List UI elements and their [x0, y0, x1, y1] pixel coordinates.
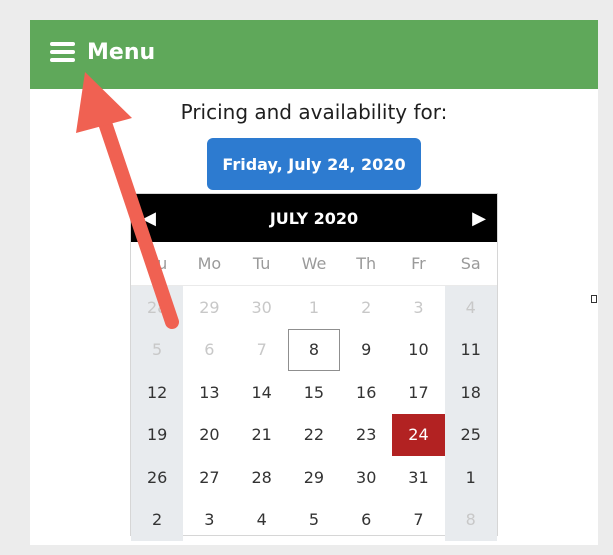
calendar-day[interactable]: 4 — [236, 499, 288, 542]
top-header: Menu — [30, 20, 598, 89]
calendar-header: ◀ JULY 2020 ▶ — [131, 194, 497, 242]
weekday-header: Mo — [183, 242, 236, 286]
calendar-day[interactable]: 2 — [131, 498, 184, 541]
calendar-day[interactable]: 20 — [183, 414, 235, 457]
calendar-day: 6 — [204, 340, 215, 360]
calendar-day: 3 — [413, 297, 424, 317]
calendar-day[interactable]: 22 — [288, 414, 340, 457]
calendar-day[interactable]: 12 — [131, 371, 184, 414]
calendar-day[interactable]: 14 — [236, 371, 288, 414]
hamburger-icon — [50, 42, 75, 62]
calendar-day[interactable]: 24 — [392, 413, 445, 456]
calendar: ◀ JULY 2020 ▶ Su Mo Tu We Th Fr Sa 28 29… — [130, 193, 498, 541]
checkbox-icon — [591, 295, 597, 303]
calendar-day: 5 — [131, 328, 184, 371]
weekday-header: Th — [340, 242, 393, 286]
calendar-day: 8 — [444, 498, 497, 541]
calendar-day[interactable]: 3 — [183, 499, 235, 542]
calendar-day: 30 — [251, 297, 272, 317]
pricing-title: Pricing and availability for: — [180, 100, 448, 124]
calendar-month-title: JULY 2020 — [269, 208, 359, 228]
next-month-button[interactable]: ▶ — [461, 194, 497, 242]
calendar-day[interactable]: 5 — [288, 499, 340, 542]
menu-button[interactable]: Menu — [50, 34, 155, 70]
menu-label: Menu — [87, 39, 156, 65]
calendar-day[interactable]: 7 — [392, 499, 444, 542]
weekday-header: Sa — [444, 242, 497, 286]
calendar-day: 4 — [444, 286, 497, 329]
calendar-day[interactable]: 13 — [183, 371, 235, 414]
calendar-day[interactable]: 28 — [236, 456, 288, 499]
calendar-day[interactable]: 18 — [444, 371, 497, 414]
calendar-day[interactable]: 25 — [444, 413, 497, 456]
calendar-day[interactable]: 29 — [288, 456, 340, 499]
calendar-day: 7 — [256, 340, 267, 360]
calendar-day[interactable]: 15 — [288, 371, 340, 414]
calendar-day[interactable]: 30 — [340, 456, 392, 499]
calendar-day: 28 — [131, 286, 184, 329]
app-frame: Menu Pricing and availability for: Frida… — [30, 20, 598, 545]
selected-date-label: Friday, July 24, 2020 — [222, 154, 406, 174]
calendar-day[interactable]: 26 — [131, 456, 184, 499]
calendar-day[interactable]: 8 — [287, 328, 341, 371]
calendar-day[interactable]: 1 — [444, 456, 497, 499]
weekday-header: We — [287, 242, 341, 286]
calendar-day[interactable]: 27 — [183, 456, 235, 499]
calendar-day[interactable]: 6 — [340, 499, 392, 542]
calendar-day: 2 — [361, 297, 372, 317]
calendar-day[interactable]: 9 — [340, 329, 392, 372]
calendar-day: 1 — [308, 297, 320, 317]
weekday-header: Fr — [392, 242, 445, 286]
calendar-day[interactable]: 21 — [236, 414, 288, 457]
calendar-day[interactable]: 17 — [392, 371, 444, 414]
calendar-day[interactable]: 23 — [340, 414, 392, 457]
selected-date-button[interactable]: Friday, July 24, 2020 — [207, 138, 421, 190]
calendar-day[interactable]: 16 — [340, 371, 392, 414]
calendar-day[interactable]: 10 — [392, 329, 444, 372]
weekday-header: Su — [131, 242, 184, 286]
weekday-header: Tu — [235, 242, 288, 286]
calendar-day[interactable]: 11 — [444, 328, 497, 371]
calendar-grid: Su Mo Tu We Th Fr Sa 28 29 30 1 2 3 4 5 … — [131, 242, 497, 541]
calendar-day[interactable]: 31 — [392, 456, 444, 499]
calendar-day: 29 — [199, 297, 220, 317]
chevron-right-icon: ▶ — [472, 207, 486, 229]
calendar-day[interactable]: 19 — [131, 413, 184, 456]
